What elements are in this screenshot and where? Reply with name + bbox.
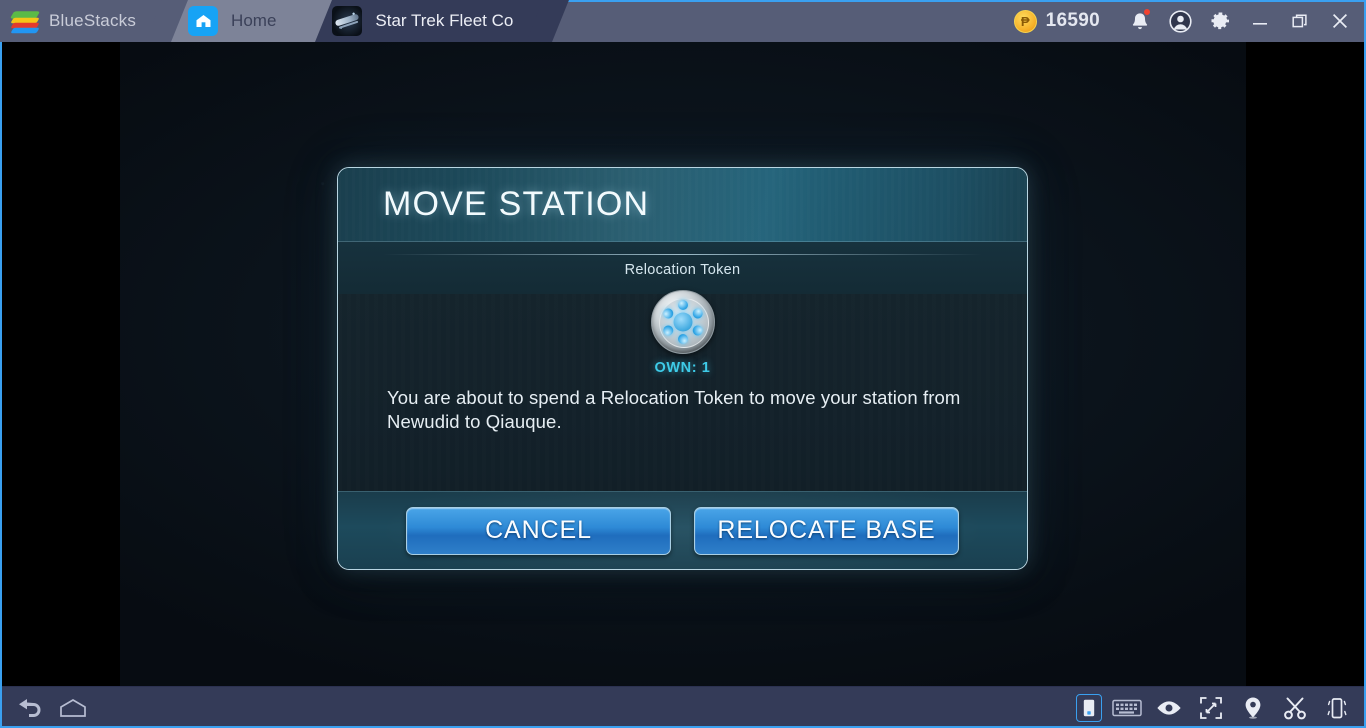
bottom-toolbar [0,686,1366,728]
titlebar-spacer [551,0,1014,42]
points-display[interactable]: ₱ 16590 [1013,9,1100,33]
bluestacks-window: BlueStacks Home Star Trek Fleet Co ₱ 165… [0,0,1366,728]
bluestacks-points-coin-icon: ₱ [1013,9,1037,33]
close-window-icon[interactable] [1320,0,1360,42]
account-avatar-icon[interactable] [1160,0,1200,42]
tab-home-label: Home [231,11,277,30]
fullscreen-icon[interactable] [1194,692,1228,724]
brand-label: BlueStacks [49,11,137,30]
relocation-token-icon [650,290,715,354]
back-arrow-icon[interactable] [12,692,46,724]
tab-home[interactable]: Home [170,0,315,42]
dialog-title: MOVE STATION [383,185,650,223]
settings-gear-icon[interactable] [1200,0,1240,42]
minimize-icon[interactable] [1240,0,1280,42]
portrait-mode-icon[interactable] [1076,693,1102,722]
dialog-footer: CANCEL RELOCATE BASE [338,491,1027,569]
brand-area[interactable]: BlueStacks [0,0,171,42]
eye-macro-icon[interactable] [1152,692,1186,724]
tab-star-trek-fleet-command[interactable]: Star Trek Fleet Co [314,0,552,42]
game-thumbnail-icon [332,6,363,36]
dialog-subheader: Relocation Token [338,242,1027,294]
relocate-base-button[interactable]: RELOCATE BASE [694,506,959,555]
token-owned-count: OWN: 1 [654,360,711,376]
titlebar: BlueStacks Home Star Trek Fleet Co ₱ 165… [0,0,1366,42]
dialog-header: MOVE STATION [338,168,1027,242]
divider [383,254,982,255]
titlebar-actions: ₱ 16590 [1013,0,1366,42]
tab-game-label: Star Trek Fleet Co [375,11,514,30]
shake-device-icon[interactable] [1320,692,1354,724]
cancel-button[interactable]: CANCEL [406,506,671,555]
home-icon [188,6,219,36]
dialog-body-text: You are about to spend a Relocation Toke… [387,387,961,432]
restore-window-icon[interactable] [1280,0,1320,42]
points-amount: 16590 [1045,10,1100,31]
token-label: Relocation Token [624,262,741,278]
on-screen-keyboard-icon[interactable] [1110,692,1144,724]
bottom-toolbar-left [0,692,90,724]
notification-badge [1143,8,1151,16]
home-pentagon-icon[interactable] [56,692,90,724]
bottom-toolbar-right [1076,692,1366,724]
dialog-body: OWN: 1 You are about to spend a Relocati… [338,290,1027,491]
notifications-bell-icon[interactable] [1120,0,1160,42]
cancel-button-label: CANCEL [485,516,592,544]
scissors-screenshot-icon[interactable] [1278,692,1312,724]
game-stage: MOVE STATION Relocation Token OWN: 1 You… [0,42,1366,686]
relocate-base-button-label: RELOCATE BASE [717,516,936,544]
move-station-dialog: MOVE STATION Relocation Token OWN: 1 You… [337,167,1028,570]
location-pin-icon[interactable] [1236,692,1270,724]
bluestacks-logo-icon [9,9,41,34]
